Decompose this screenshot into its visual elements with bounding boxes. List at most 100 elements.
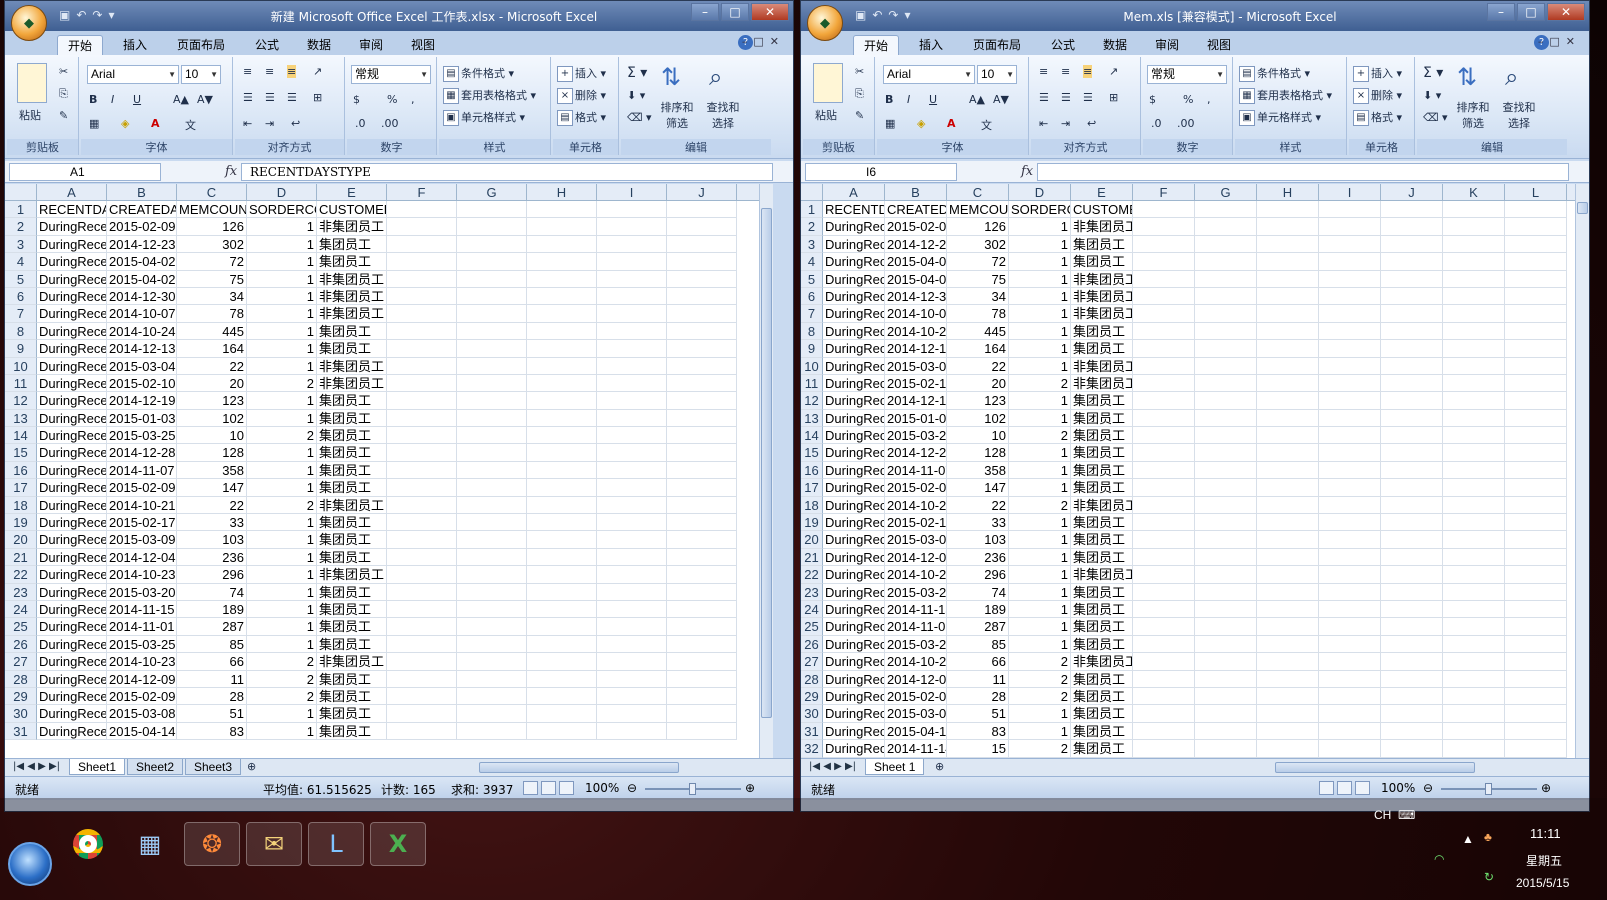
table-cell[interactable] bbox=[527, 583, 597, 601]
table-cell[interactable]: 1 bbox=[1009, 305, 1071, 323]
autosum-icon[interactable]: Σ ▾ bbox=[627, 65, 647, 81]
clock-date[interactable]: 2015/5/15 bbox=[1516, 876, 1569, 890]
table-cell[interactable]: 2014-12-04 bbox=[107, 548, 177, 567]
table-cell[interactable] bbox=[527, 392, 597, 410]
table-cell[interactable] bbox=[1257, 461, 1319, 480]
row-header[interactable]: 25 bbox=[5, 618, 37, 636]
table-cell[interactable]: 287 bbox=[947, 618, 1009, 636]
table-cell[interactable] bbox=[457, 287, 527, 306]
table-cell[interactable] bbox=[1319, 531, 1381, 549]
table-cell[interactable] bbox=[1133, 409, 1195, 428]
table-cell[interactable] bbox=[1443, 600, 1505, 619]
table-cell[interactable]: 2 bbox=[247, 374, 317, 393]
bold-button[interactable]: B bbox=[89, 93, 97, 106]
table-cell[interactable] bbox=[1381, 531, 1443, 549]
table-cell[interactable]: 2015-03-08 bbox=[885, 705, 947, 723]
table-cell[interactable] bbox=[1195, 722, 1257, 741]
table-cell[interactable]: DuringRec bbox=[823, 618, 885, 636]
table-cell[interactable] bbox=[457, 322, 527, 341]
table-cell[interactable] bbox=[1505, 618, 1567, 636]
table-cell[interactable]: 非集团员工 bbox=[1071, 357, 1133, 375]
format-cells-button[interactable]: ▤ 格式 ▾ bbox=[1353, 109, 1402, 126]
table-cell[interactable]: 2014-10-07 bbox=[107, 305, 177, 323]
table-cell[interactable]: CREATED bbox=[885, 201, 947, 219]
table-cell[interactable]: 1 bbox=[247, 548, 317, 567]
table-cell[interactable] bbox=[1505, 235, 1567, 254]
align-center-icon[interactable]: ☰ bbox=[265, 91, 275, 104]
font-name-select[interactable]: Arial ▼ bbox=[87, 65, 179, 84]
table-cell[interactable]: 287 bbox=[177, 618, 247, 636]
table-cell[interactable] bbox=[1257, 201, 1319, 219]
table-cell[interactable] bbox=[387, 670, 457, 688]
find-select-icon[interactable]: ⌕ bbox=[1505, 63, 1518, 91]
table-cell[interactable] bbox=[1505, 287, 1567, 306]
table-cell[interactable]: 20 bbox=[947, 374, 1009, 393]
table-cell[interactable] bbox=[667, 566, 737, 584]
table-cell[interactable] bbox=[1195, 392, 1257, 410]
table-cell[interactable]: 集团员工 bbox=[1071, 461, 1133, 480]
table-cell[interactable]: 2014-11-07 bbox=[107, 461, 177, 480]
zoom-out-icon[interactable]: ⊖ bbox=[627, 781, 637, 795]
table-cell[interactable] bbox=[667, 218, 737, 236]
table-cell[interactable]: DuringRecei bbox=[37, 322, 107, 341]
table-cell[interactable]: DuringRec bbox=[823, 583, 885, 601]
table-cell[interactable] bbox=[667, 705, 737, 723]
table-cell[interactable]: RECENTD bbox=[823, 201, 885, 219]
table-cell[interactable]: 非集团员工 bbox=[1071, 496, 1133, 515]
select-all-corner[interactable] bbox=[801, 184, 823, 201]
table-cell[interactable]: DuringRecei bbox=[37, 600, 107, 619]
table-cell[interactable]: DuringRec bbox=[823, 427, 885, 445]
table-cell[interactable] bbox=[1133, 635, 1195, 654]
row-header[interactable]: 12 bbox=[801, 392, 823, 410]
page-layout-view-button[interactable] bbox=[1337, 781, 1352, 795]
maximize-button[interactable]: □ bbox=[1517, 3, 1545, 21]
table-cell[interactable] bbox=[1443, 444, 1505, 462]
table-cell[interactable]: 85 bbox=[947, 635, 1009, 654]
row-header[interactable]: 7 bbox=[5, 305, 37, 323]
table-cell[interactable] bbox=[527, 618, 597, 636]
table-cell[interactable]: 集团员工 bbox=[317, 235, 387, 254]
zoom-level[interactable]: 100% bbox=[585, 781, 619, 795]
table-cell[interactable] bbox=[1505, 635, 1567, 654]
table-cell[interactable] bbox=[667, 670, 737, 688]
table-cell[interactable] bbox=[1381, 653, 1443, 671]
table-cell[interactable] bbox=[597, 201, 667, 219]
table-cell[interactable]: 2 bbox=[247, 496, 317, 515]
indent-decrease-icon[interactable]: ⇤ bbox=[1039, 117, 1048, 130]
table-cell[interactable]: DuringRecei bbox=[37, 566, 107, 584]
table-cell[interactable] bbox=[1195, 218, 1257, 236]
table-cell[interactable]: 非集团员工 bbox=[317, 653, 387, 671]
table-cell[interactable] bbox=[1381, 496, 1443, 515]
table-cell[interactable] bbox=[597, 653, 667, 671]
table-cell[interactable]: 358 bbox=[177, 461, 247, 480]
table-cell[interactable]: 102 bbox=[177, 409, 247, 428]
table-cell[interactable] bbox=[667, 409, 737, 428]
sheet-tab-2[interactable]: Sheet2 bbox=[127, 759, 184, 775]
table-cell[interactable]: 1 bbox=[247, 514, 317, 532]
table-cell[interactable] bbox=[1195, 514, 1257, 532]
table-cell[interactable] bbox=[1319, 444, 1381, 462]
table-cell[interactable]: 10 bbox=[947, 427, 1009, 445]
table-cell[interactable] bbox=[387, 253, 457, 271]
row-header[interactable]: 14 bbox=[801, 427, 823, 445]
spreadsheet-grid[interactable]: ABCDEFGHIJ 1 RECENTDA CREATEDA MEMCOUN SORDE… bbox=[5, 184, 759, 758]
table-cell[interactable] bbox=[1133, 201, 1195, 219]
table-cell[interactable] bbox=[1133, 357, 1195, 375]
table-cell[interactable] bbox=[1443, 461, 1505, 480]
row-header[interactable]: 30 bbox=[5, 705, 37, 723]
table-cell[interactable]: 78 bbox=[947, 305, 1009, 323]
table-cell[interactable] bbox=[1505, 496, 1567, 515]
table-cell[interactable] bbox=[1505, 357, 1567, 375]
table-cell[interactable] bbox=[1319, 687, 1381, 706]
save-icon[interactable]: ▣ bbox=[855, 8, 866, 22]
table-cell[interactable] bbox=[1195, 340, 1257, 358]
zoom-out-icon[interactable]: ⊖ bbox=[1423, 781, 1433, 795]
row-header[interactable]: 4 bbox=[5, 253, 37, 271]
table-cell[interactable]: 2015-04-02 bbox=[107, 270, 177, 288]
table-cell[interactable]: 非集团员工 bbox=[1071, 653, 1133, 671]
table-cell[interactable]: 非集团员工 bbox=[317, 374, 387, 393]
column-header-i[interactable]: I bbox=[1319, 184, 1381, 201]
table-cell[interactable] bbox=[387, 201, 457, 219]
table-cell[interactable] bbox=[457, 722, 527, 741]
table-cell[interactable]: 集团员工 bbox=[1071, 670, 1133, 688]
